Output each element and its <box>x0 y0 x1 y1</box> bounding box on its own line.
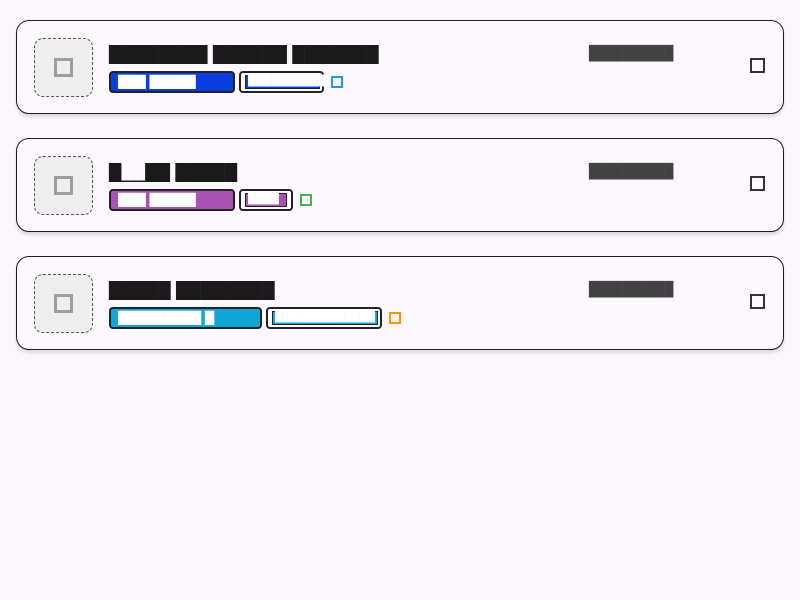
tag-chip[interactable]: ████ <box>239 188 293 211</box>
list-card[interactable]: ████████ ██████ ███████ ██████████ ███ █… <box>16 20 784 114</box>
category-chip[interactable]: █████████ █ <box>109 306 262 329</box>
list-card[interactable]: █___██ █████ ██████████ ███ █████ ████ <box>16 138 784 232</box>
image-placeholder-icon <box>54 58 73 77</box>
category-chip[interactable]: ███ █████ <box>109 70 235 93</box>
card-timestamp: ██████████ <box>589 46 674 62</box>
card-title: █___██ █████ <box>109 163 238 182</box>
tag-chip-label: ██████████ <box>245 74 325 89</box>
list-card[interactable]: █████ ████████ ██████████ █████████ █ ██… <box>16 256 784 350</box>
status-square-icon <box>389 311 401 324</box>
card-list: ████████ ██████ ███████ ██████████ ███ █… <box>16 20 784 374</box>
chip-row: █████████ █ █████████████ <box>109 306 401 329</box>
thumbnail <box>34 274 93 333</box>
tag-chip-label: █████████████ <box>272 310 378 325</box>
chip-row: ███ █████ ██████████ <box>109 70 343 93</box>
chip-row: ███ █████ ████ <box>109 188 312 211</box>
card-title: █████ ████████ <box>109 281 275 300</box>
tag-chip[interactable]: ██████████ <box>239 70 325 93</box>
category-chip[interactable]: ███ █████ <box>109 188 235 211</box>
card-timestamp: ██████████ <box>589 164 674 180</box>
status-square-icon <box>300 193 312 206</box>
select-checkbox[interactable] <box>750 294 765 309</box>
tag-chip[interactable]: █████████████ <box>266 306 382 329</box>
image-placeholder-icon <box>54 294 73 313</box>
select-checkbox[interactable] <box>750 58 765 73</box>
thumbnail <box>34 38 93 97</box>
thumbnail <box>34 156 93 215</box>
card-timestamp: ██████████ <box>589 282 674 298</box>
select-checkbox[interactable] <box>750 176 765 191</box>
tag-chip-label: ████ <box>245 192 287 207</box>
card-title: ████████ ██████ ███████ <box>109 45 379 64</box>
image-placeholder-icon <box>54 176 73 195</box>
status-square-icon <box>331 75 343 88</box>
